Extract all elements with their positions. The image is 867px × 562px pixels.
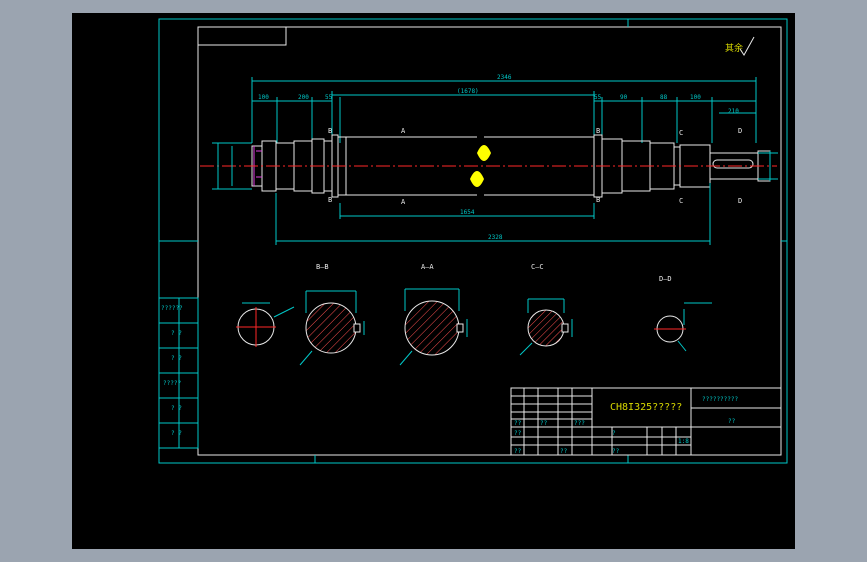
dim-top-right-4: 100 <box>690 94 701 101</box>
title-cell-4: ?? <box>514 448 522 455</box>
marker-d-top: D <box>738 127 742 135</box>
break-mark-bottom <box>470 171 484 187</box>
title-cell-6: ? <box>612 430 616 437</box>
left-table-cell-4: ? ? <box>171 405 182 412</box>
title-block: CH8I325????? ?????????? ?? 1:8 ?? ?? ???… <box>510 387 782 456</box>
title-cell-7: ?? <box>612 448 620 455</box>
label-section-aa: A—A <box>421 263 434 271</box>
scale-value: 1:8 <box>678 438 689 445</box>
bottom-dimensions: 1654 2328 <box>212 142 778 245</box>
left-table-cell-3: ????? <box>163 380 181 387</box>
marker-b1-bottom: B <box>328 196 332 204</box>
marker-c-bottom: C <box>679 197 683 205</box>
label-section-dd: D—D <box>659 275 672 283</box>
label-section-bb: B—B <box>316 263 329 271</box>
title-cell-3: ?? <box>514 430 522 437</box>
dim-top-right-2: 90 <box>620 94 628 101</box>
left-table-cell-0: ?????? <box>161 305 183 312</box>
left-table-cell-5: ? ? <box>171 430 182 437</box>
section-aa-hatched <box>399 288 468 366</box>
marker-d-bottom: D <box>738 197 742 205</box>
section-bb-small <box>236 302 295 347</box>
drawing-title: CH8I325????? <box>610 402 682 413</box>
label-section-cc: C—C <box>531 263 544 271</box>
break-mark-top <box>477 145 491 161</box>
section-dd <box>654 302 712 352</box>
marker-b2-top: B <box>596 127 600 135</box>
dim-top-left-1: 100 <box>258 94 269 101</box>
dim-top-right-1: 55 <box>594 94 602 101</box>
marker-b1-top: B <box>328 127 332 135</box>
title-cell-2: ??? <box>574 420 585 427</box>
dim-bottom-mid: 1654 <box>460 209 475 216</box>
title-cell-5: ?? <box>560 448 568 455</box>
section-cc-hatched <box>519 298 573 356</box>
title-cell-1: ?? <box>540 420 548 427</box>
dim-overall: 2346 <box>497 74 512 81</box>
section-bb-hatched <box>299 290 365 366</box>
marker-c-top: C <box>679 129 683 137</box>
material-note: ?? <box>728 418 736 425</box>
drawing-canvas: ?????? ? ? ? ? ????? ? ? ? ? 其余 2346 (16… <box>72 13 795 549</box>
left-table-cell-2: ? ? <box>171 355 182 362</box>
dim-top-right-3: 88 <box>660 94 668 101</box>
left-side-table: ?????? ? ? ? ? ????? ? ? ? ? <box>158 297 199 449</box>
dim-top-left-3: 55 <box>325 94 333 101</box>
marker-a-top: A <box>401 127 406 135</box>
company-name: ?????????? <box>702 396 739 403</box>
dim-middle: (1678) <box>457 88 479 95</box>
marker-a-bottom: A <box>401 198 406 206</box>
shaft-drawing: ?????? ? ? ? ? ????? ? ? ? ? 其余 2346 (16… <box>158 18 788 464</box>
dim-top-left-2: 200 <box>298 94 309 101</box>
roughness-note: 其余 <box>725 42 743 54</box>
dim-bottom-total: 2328 <box>488 234 503 241</box>
title-cell-0: ?? <box>514 420 522 427</box>
dim-top-right-5: 210 <box>728 108 739 115</box>
top-left-label-box <box>197 26 287 46</box>
marker-b2-bottom: B <box>596 196 600 204</box>
left-table-cell-1: ? ? <box>171 330 182 337</box>
